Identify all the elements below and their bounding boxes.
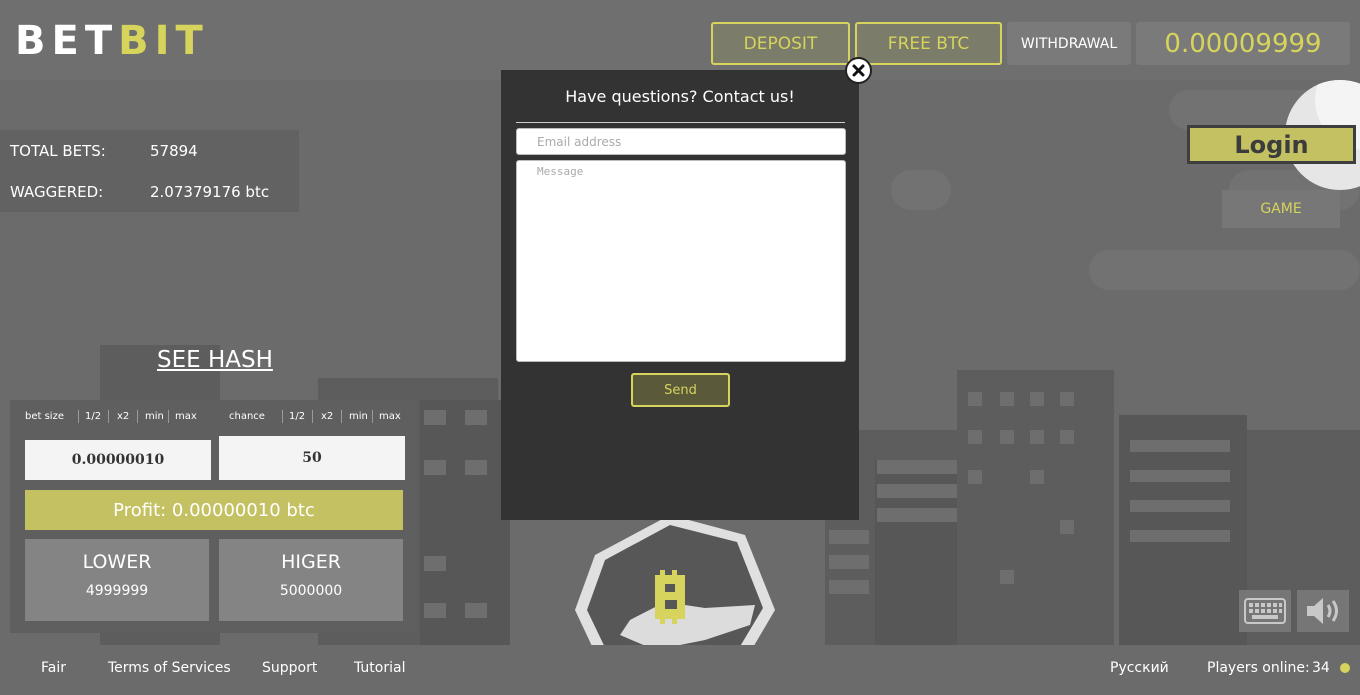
game-button[interactable]: GAME: [1222, 190, 1340, 228]
message-field[interactable]: [516, 160, 846, 362]
building-window: [1130, 440, 1230, 452]
building-window: [465, 603, 487, 618]
free-btc-button[interactable]: FREE BTC: [855, 22, 1002, 65]
building-window: [968, 392, 982, 406]
language-selector[interactable]: Русский: [1110, 660, 1169, 676]
online-status-indicator: [1340, 663, 1350, 673]
lower-value: 4999999: [85, 583, 149, 599]
building-window: [877, 484, 957, 498]
bet-size-label: bet size: [25, 411, 64, 422]
lower-button[interactable]: LOWER 4999999: [25, 539, 209, 621]
sound-button[interactable]: [1297, 590, 1349, 632]
bet-size-min-button[interactable]: min: [145, 411, 164, 422]
bitcoin-icon: [655, 570, 685, 624]
background-cloud: [1089, 250, 1360, 290]
close-button[interactable]: [845, 57, 872, 84]
building-window: [1130, 500, 1230, 512]
background-cloud: [891, 170, 951, 210]
players-online-label: Players online:: [1207, 660, 1310, 676]
email-field[interactable]: [516, 128, 846, 155]
bet-size-input[interactable]: 0.00000010: [25, 440, 211, 480]
chance-double-button[interactable]: x2: [321, 411, 333, 422]
players-online-count: 34: [1312, 660, 1330, 676]
building-window: [1060, 392, 1074, 406]
background-building: [957, 370, 1114, 645]
bet-size-max-button[interactable]: max: [175, 411, 197, 422]
withdrawal-button[interactable]: WITHDRAWAL: [1007, 22, 1131, 65]
chance-min-button[interactable]: min: [349, 411, 368, 422]
chance-label: chance: [229, 411, 265, 422]
login-button[interactable]: Login: [1187, 125, 1356, 164]
logo-text-bit: BIT: [118, 18, 209, 64]
total-bets-value: 57894: [150, 142, 198, 160]
footer-link-terms[interactable]: Terms of Services: [108, 660, 231, 676]
building-window: [829, 580, 869, 594]
chance-input[interactable]: 50: [219, 436, 405, 480]
contact-modal: Have questions? Contact us! Send: [501, 70, 859, 520]
modal-title: Have questions? Contact us!: [565, 87, 795, 106]
modal-divider: [516, 122, 845, 123]
building-window: [1030, 430, 1044, 444]
wagered-value: 2.07379176 btc: [150, 183, 270, 201]
bet-panel: bet size 1/2 x2 min max chance 1/2 x2 mi…: [10, 400, 418, 633]
building-window: [1030, 392, 1044, 406]
total-bets-label: TOTAL BETS:: [10, 142, 106, 160]
building-window: [877, 508, 957, 522]
wagered-label: WAGGERED:: [10, 183, 104, 201]
bet-size-half-button[interactable]: 1/2: [85, 411, 101, 422]
deposit-button[interactable]: DEPOSIT: [711, 22, 850, 65]
keyboard-icon: [1244, 598, 1286, 624]
building-window: [1000, 430, 1014, 444]
building-window: [424, 410, 446, 425]
building-window: [424, 603, 446, 618]
logo[interactable]: BETBIT: [15, 18, 209, 64]
lower-label: LOWER: [82, 551, 152, 573]
building-window: [968, 470, 982, 484]
building-window: [829, 530, 869, 544]
higher-label: HIGER: [281, 551, 341, 573]
building-window: [1000, 392, 1014, 406]
footer-link-tutorial[interactable]: Tutorial: [354, 660, 405, 676]
close-icon: [852, 64, 865, 77]
building-window: [1130, 530, 1230, 542]
sound-icon: [1307, 598, 1338, 624]
chance-half-button[interactable]: 1/2: [289, 411, 305, 422]
logo-text-bet: BET: [15, 18, 119, 64]
building-window: [1000, 570, 1014, 584]
building-window: [877, 460, 957, 474]
balance-display: 0.00009999: [1136, 22, 1350, 65]
stats-panel: TOTAL BETS: 57894 WAGGERED: 2.07379176 b…: [0, 130, 299, 212]
footer-link-fair[interactable]: Fair: [41, 660, 66, 676]
building-window: [424, 460, 446, 475]
keyboard-button[interactable]: [1239, 590, 1291, 632]
top-bar: BETBIT DEPOSIT FREE BTC WITHDRAWAL 0.000…: [0, 0, 1360, 80]
building-window: [424, 556, 446, 571]
building-window: [829, 555, 869, 569]
building-window: [968, 430, 982, 444]
building-window: [1060, 520, 1074, 534]
building-window: [465, 460, 487, 475]
profit-display: Profit: 0.00000010 btc: [25, 490, 403, 530]
higher-value: 5000000: [279, 583, 343, 599]
building-window: [1130, 470, 1230, 482]
footer: Fair Terms of Services Support Tutorial …: [0, 645, 1360, 695]
send-button[interactable]: Send: [631, 373, 730, 407]
building-window: [1060, 430, 1074, 444]
footer-link-support[interactable]: Support: [262, 660, 317, 676]
chance-max-button[interactable]: max: [379, 411, 401, 422]
building-window: [1030, 470, 1044, 484]
building-window: [465, 410, 487, 425]
bet-size-double-button[interactable]: x2: [117, 411, 129, 422]
see-hash-link[interactable]: SEE HASH: [157, 347, 273, 373]
higher-button[interactable]: HIGER 5000000: [219, 539, 403, 621]
